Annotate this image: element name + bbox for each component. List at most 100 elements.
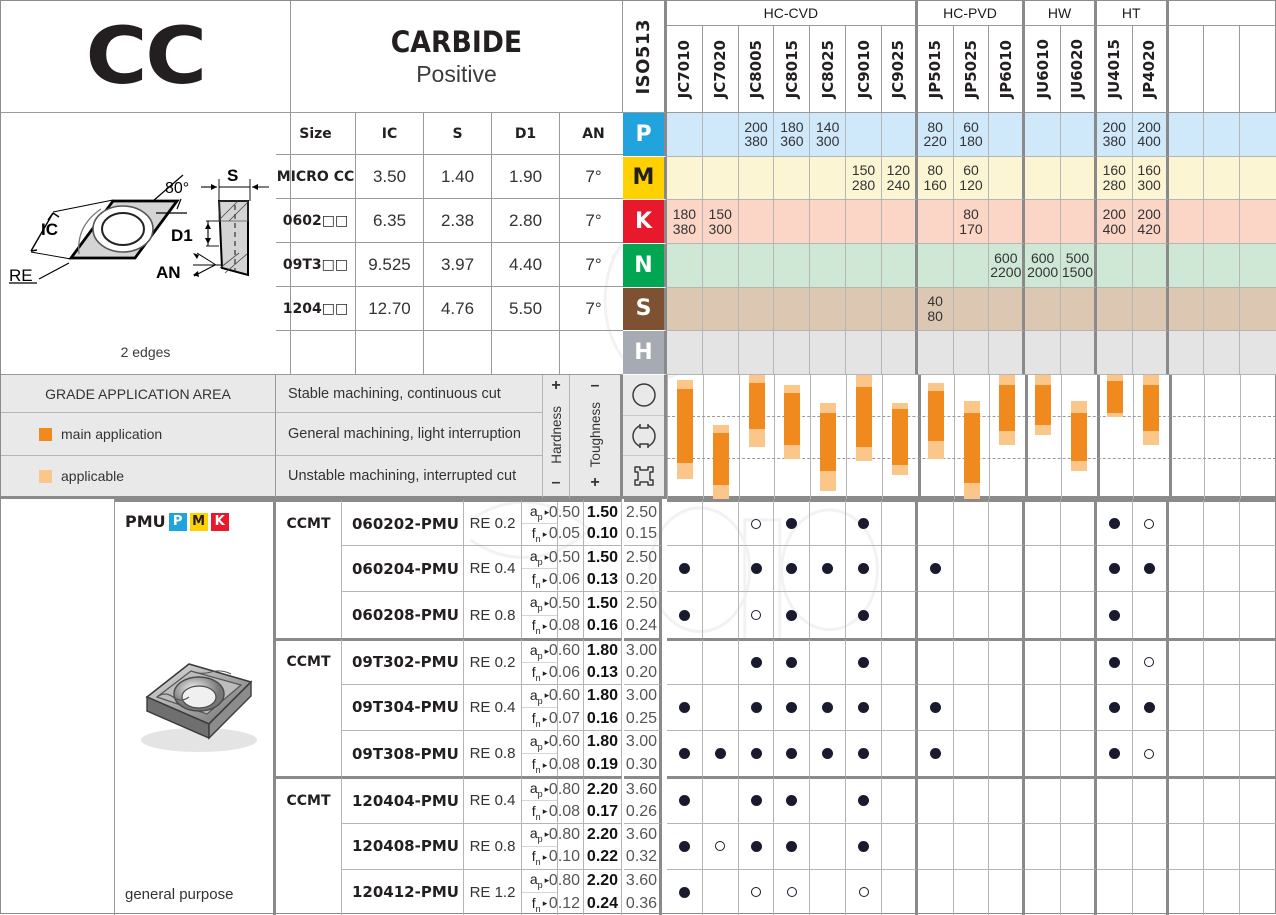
grade-header-JP4020: JP4020: [1132, 26, 1169, 113]
availability-cell-7-JP5015: [917, 822, 954, 869]
iso-value-M-JP4020: 160 300: [1132, 156, 1169, 201]
size-cell-ic-3: 12.70: [356, 287, 424, 331]
availability-cell-8-JP5015: [917, 868, 954, 915]
family-title-block: CC: [1, 1, 291, 113]
availability-cell-3-JC8015: [774, 637, 811, 684]
iso-value-K-JC7010: 180 380: [667, 200, 703, 244]
grade-header-JC8005: JC8005: [738, 26, 775, 113]
iso-value-K-JU6010: [1025, 200, 1062, 244]
availability-cell-5-col14: [1168, 730, 1205, 777]
product-values-2-0: 0.50 0.08: [546, 591, 584, 638]
iso-value-S-JP5025: [953, 287, 990, 332]
product-values-5-2: 3.00 0.30: [624, 730, 662, 777]
availability-cell-2-JU6020: [1061, 591, 1097, 638]
iso-value-K-JC8005: [738, 200, 775, 244]
legend-swatch-applicable: [39, 469, 52, 483]
availability-cell-1-JP5025: [953, 545, 990, 592]
iso-value-S-col16: [1240, 287, 1276, 332]
iso-letter-H: H: [623, 331, 667, 375]
iso-value-part: 360: [780, 133, 804, 150]
grade-code: JC7020: [711, 39, 730, 99]
product-code-7: 120408-PMU: [342, 822, 464, 869]
iso-value-part: 80: [927, 307, 943, 324]
bar-gridline-v: [1240, 375, 1242, 499]
product-code-6: 120404-PMU: [342, 776, 464, 823]
iso-value-H-JC7010: [667, 331, 703, 375]
iso-value-N-col15: [1204, 244, 1241, 288]
coating-group-hw: HW: [1025, 1, 1097, 26]
product-code-5: 09T308-PMU: [342, 730, 464, 777]
availability-cell-1-JU6010: [1025, 545, 1062, 592]
ap-value: 1.80: [586, 733, 619, 751]
fn-value: 0.10: [586, 525, 619, 543]
product-values-3-2: 3.00 0.20: [624, 637, 662, 684]
machining-desc-unstable: Unstable machining, interrupted cut: [276, 456, 543, 499]
iso-value-part: 600: [994, 249, 1018, 266]
availability-cell-8-JC8015: [774, 868, 811, 915]
availability-cell-4-JC9025: [881, 683, 918, 731]
product-re-4: RE 0.4: [464, 683, 522, 731]
iso-value-S-JC8025: [810, 287, 847, 332]
availability-cell-1-JP6010: [989, 545, 1026, 592]
availability-cell-3-JC8005: [738, 637, 775, 684]
iso-value-part: 120: [959, 176, 983, 193]
iso-value-P-JC7020: [702, 113, 739, 157]
availability-cell-6-JC9025: [881, 776, 918, 823]
iso-value-S-JC8015: [774, 287, 811, 332]
availability-cell-5-JC7020: [702, 730, 739, 777]
grade-header-JP5025: JP5025: [953, 26, 990, 113]
ap-value: 3.00: [625, 642, 658, 660]
edges-note: 2 edges: [120, 344, 171, 360]
product-family-7: [276, 822, 342, 869]
size-cell-size-0: MICRO CC: [276, 155, 356, 199]
availability-cell-1-col14: [1168, 545, 1205, 592]
coating-group-hc-pvd: HC-PVD: [917, 1, 1026, 26]
availability-cell-3-JC7010: [667, 637, 703, 684]
iso-value-part: 420: [1137, 220, 1161, 237]
iso-value-S-JU6010: [1025, 287, 1062, 332]
product-code-8: 120412-PMU: [342, 868, 464, 915]
availability-cell-5-JC9025: [881, 730, 918, 777]
legend-swatch-main: [39, 427, 52, 441]
available-dot-icon: [678, 563, 690, 575]
material-header: CARBIDE Positive: [291, 1, 623, 113]
toughness-axis: – Toughness +: [570, 375, 623, 499]
product-code-4: 09T304-PMU: [342, 683, 464, 731]
product-values-1-2: 2.50 0.20: [624, 545, 662, 592]
availability-cell-1-JC8005: [738, 545, 775, 592]
available-dot-icon: [858, 656, 870, 668]
iso-value-part: 80: [927, 162, 943, 179]
geometry-label: Positive: [416, 61, 497, 87]
availability-cell-7-JC7010: [667, 822, 703, 869]
fn-value: 0.16: [586, 617, 619, 635]
availability-cell-7-JU4015: [1096, 822, 1133, 869]
product-values-8-0: 0.80 0.12: [546, 868, 584, 915]
product-re-7: RE 0.8: [464, 822, 522, 869]
grade-header-JC7020: JC7020: [702, 26, 739, 113]
grade-header-JU6010: JU6010: [1025, 26, 1062, 113]
grade-code: JU4015: [1105, 39, 1124, 99]
iso-value-part: 200: [1102, 118, 1126, 135]
grade-header-JP5015: JP5015: [917, 26, 954, 113]
availability-cell-0-JC7010: [667, 499, 703, 546]
availability-cell-6-col15: [1204, 776, 1241, 823]
available-dot-icon: [750, 795, 762, 807]
on-request-dot-icon: [786, 887, 797, 898]
availability-cell-0-JC7020: [702, 499, 739, 546]
availability-cell-7-col14: [1168, 822, 1205, 869]
availability-cell-2-JC8015: [774, 591, 811, 638]
availability-cell-2-JC8005: [738, 591, 775, 638]
availability-cell-2-col14: [1168, 591, 1205, 638]
coating-group-ht: HT: [1096, 1, 1169, 26]
iso-value-K-JC8025: [810, 200, 847, 244]
grade-header-empty-16: [1240, 26, 1276, 113]
available-dot-icon: [1143, 563, 1155, 575]
availability-cell-4-JP5025: [953, 683, 990, 731]
iso-value-H-col15: [1204, 331, 1241, 375]
available-dot-icon: [786, 656, 798, 668]
availability-cell-4-col14: [1168, 683, 1205, 731]
grade-code: JC8005: [747, 39, 766, 99]
ap-value: 1.80: [586, 642, 619, 660]
availability-cell-7-JC8025: [810, 822, 847, 869]
size-cell-an-0: 7°: [560, 155, 628, 199]
